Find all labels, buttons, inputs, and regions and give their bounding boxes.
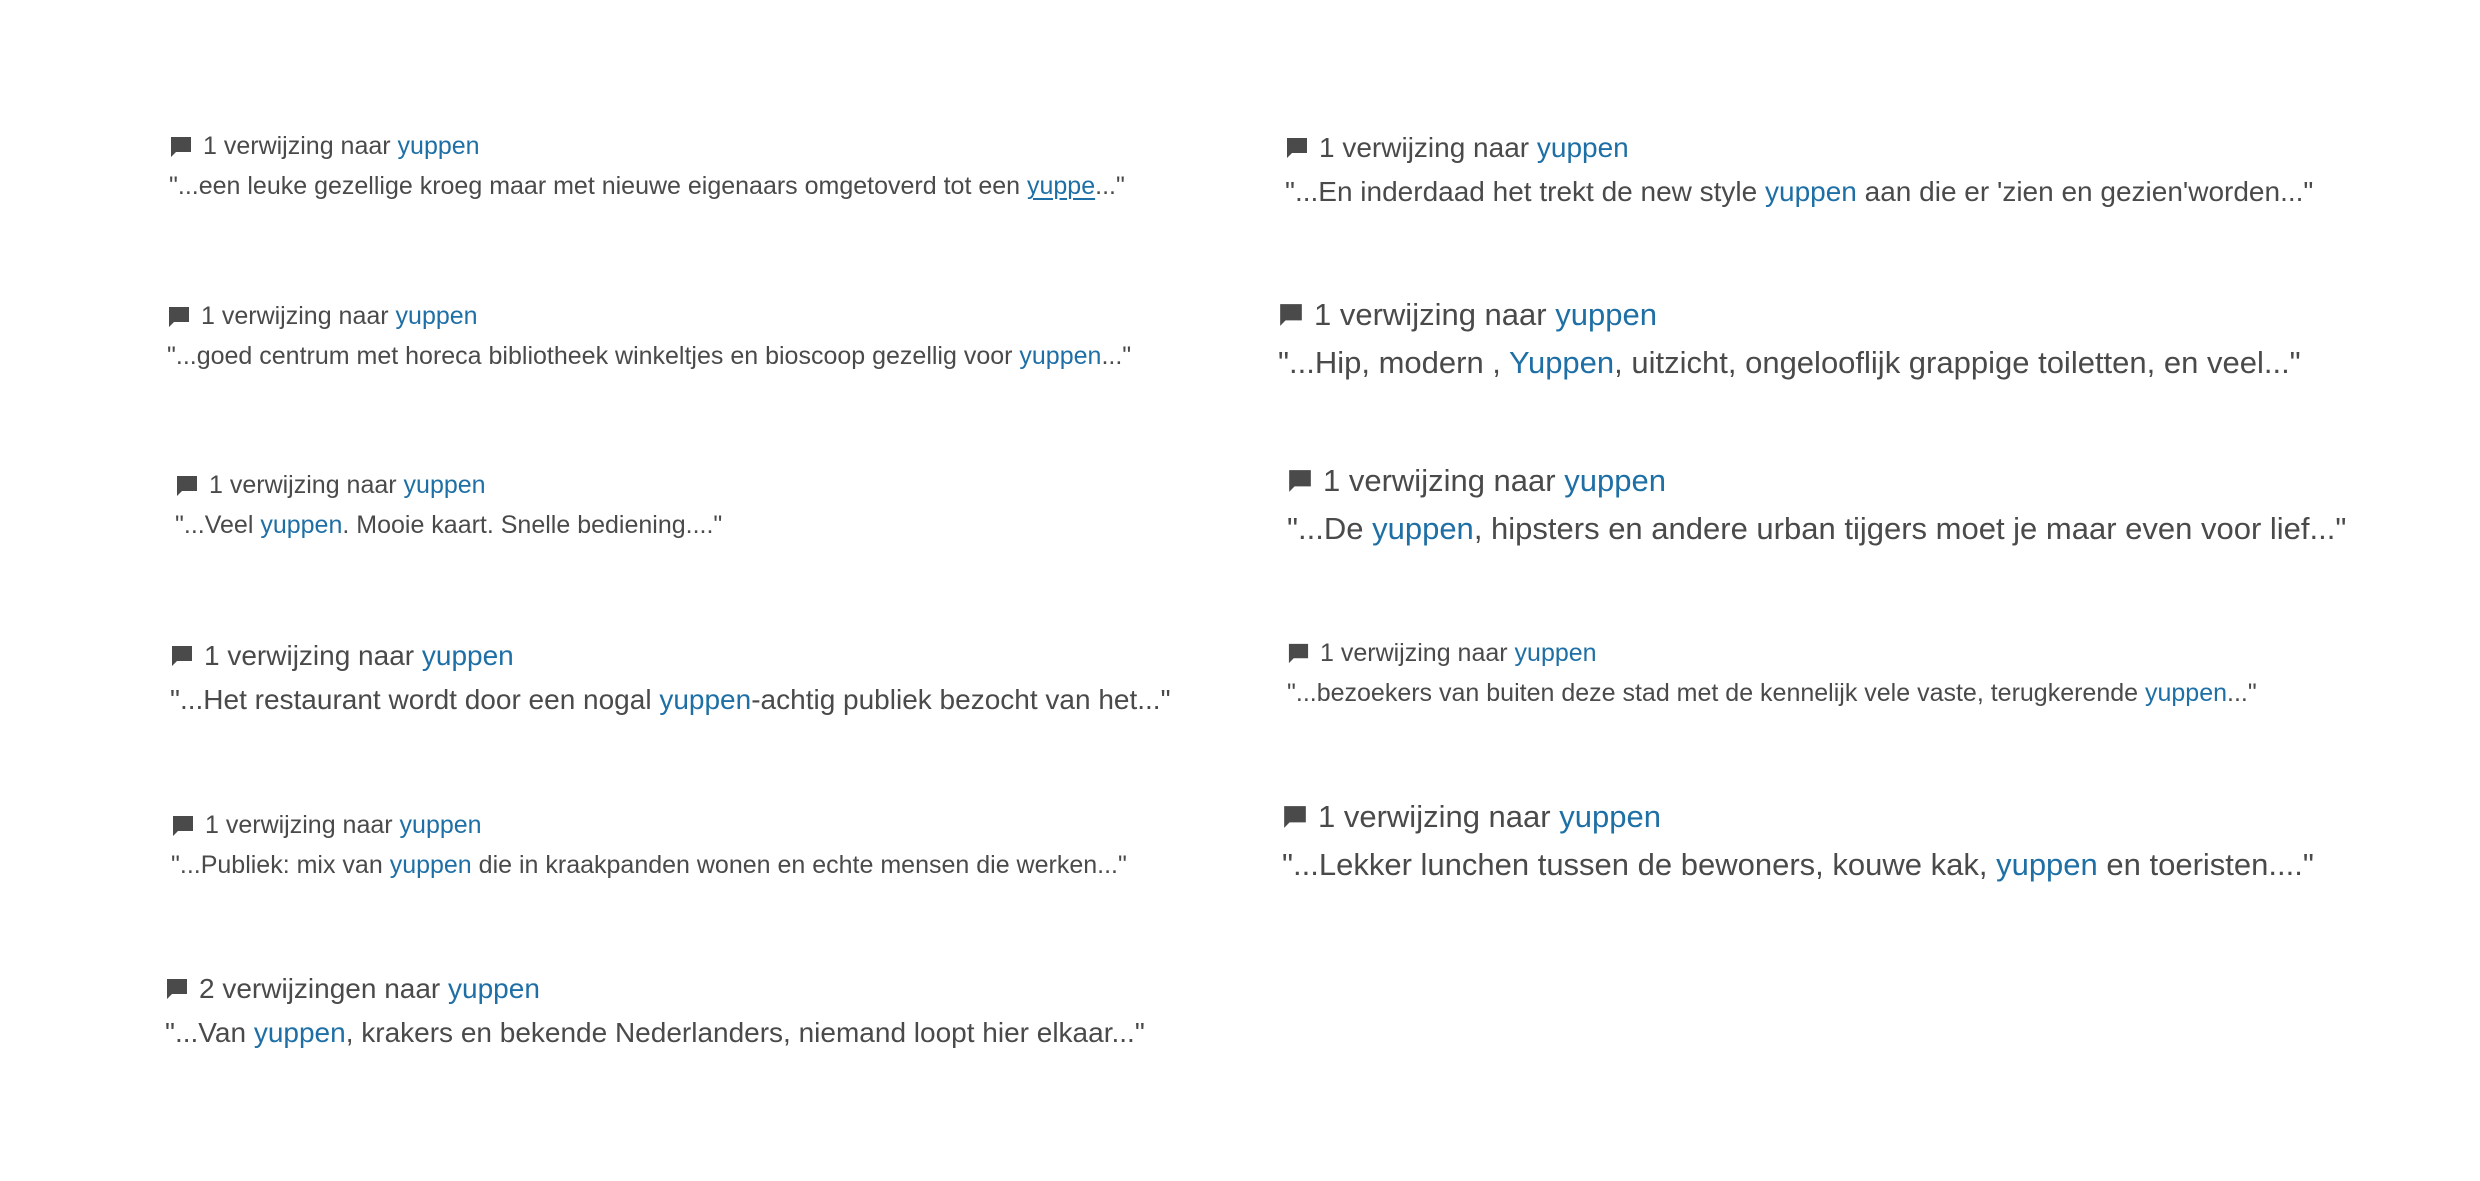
- reference-count: 1 verwijzing naar yuppen: [1285, 130, 2313, 165]
- review-reference-9: 1 verwijzing naar yuppen "...De yuppen, …: [1287, 462, 2346, 549]
- reference-count: 1 verwijzing naar yuppen: [1282, 798, 2314, 837]
- comment-bubble-icon: [170, 644, 194, 668]
- review-reference-8: 1 verwijzing naar yuppen "...Hip, modern…: [1278, 296, 2301, 383]
- keyword-link[interactable]: yuppen: [398, 131, 480, 162]
- comment-bubble-icon: [1287, 642, 1310, 665]
- review-snippet: "...Hip, modern , Yuppen, uitzicht, onge…: [1278, 344, 2301, 380]
- keyword-highlight[interactable]: yuppen: [260, 511, 342, 539]
- keyword-link[interactable]: yuppen: [396, 301, 478, 332]
- keyword-highlight[interactable]: yuppe: [1027, 172, 1095, 200]
- keyword-link[interactable]: yuppen: [1559, 798, 1661, 837]
- reference-count: 1 verwijzing naar yuppen: [167, 301, 1131, 332]
- comment-bubble-icon: [167, 305, 191, 329]
- review-snippet: "...Lekker lunchen tussen de bewoners, k…: [1282, 846, 2314, 882]
- review-snippet: "...Het restaurant wordt door een nogal …: [170, 684, 1171, 715]
- reference-count: 1 verwijzing naar yuppen: [171, 810, 1127, 841]
- review-reference-7: 1 verwijzing naar yuppen "...En inderdaa…: [1285, 130, 2313, 209]
- comment-bubble-icon: [165, 977, 189, 1001]
- keyword-link[interactable]: yuppen: [1564, 462, 1666, 501]
- keyword-link[interactable]: yuppen: [1555, 296, 1657, 335]
- comment-bubble-icon: [1278, 302, 1304, 328]
- reference-count: 1 verwijzing naar yuppen: [1287, 462, 2346, 501]
- review-snippet: "...goed centrum met horeca bibliotheek …: [167, 342, 1132, 371]
- comment-bubble-icon: [169, 135, 193, 159]
- keyword-highlight[interactable]: Yuppen: [1509, 345, 1614, 380]
- keyword-highlight[interactable]: yuppen: [390, 851, 472, 879]
- review-reference-2: 1 verwijzing naar yuppen "...goed centru…: [167, 301, 1131, 373]
- review-snippet: "...De yuppen, hipsters en andere urban …: [1287, 510, 2347, 546]
- keyword-highlight[interactable]: yuppen: [659, 684, 751, 715]
- reference-count: 1 verwijzing naar yuppen: [169, 131, 1125, 162]
- review-reference-6: 2 verwijzingen naar yuppen "...Van yuppe…: [165, 971, 1145, 1050]
- keyword-link[interactable]: yuppen: [448, 971, 540, 1006]
- review-reference-5: 1 verwijzing naar yuppen "...Publiek: mi…: [171, 810, 1127, 882]
- keyword-link[interactable]: yuppen: [1515, 638, 1597, 669]
- comment-bubble-icon: [1282, 804, 1308, 830]
- reference-count: 1 verwijzing naar yuppen: [170, 638, 1171, 673]
- keyword-highlight[interactable]: yuppen: [1996, 847, 2098, 882]
- keyword-highlight[interactable]: yuppen: [1765, 176, 1857, 207]
- keyword-link[interactable]: yuppen: [422, 638, 514, 673]
- keyword-link[interactable]: yuppen: [400, 810, 482, 841]
- review-snippet: "...een leuke gezellige kroeg maar met n…: [169, 172, 1125, 201]
- keyword-link[interactable]: yuppen: [1537, 130, 1629, 165]
- keyword-link[interactable]: yuppen: [404, 470, 486, 501]
- comment-bubble-icon: [1285, 136, 1309, 160]
- review-snippet: "...Publiek: mix van yuppen die in kraak…: [171, 851, 1127, 880]
- keyword-highlight[interactable]: yuppen: [2145, 679, 2227, 707]
- review-snippet: "...bezoekers van buiten deze stad met d…: [1287, 679, 2257, 708]
- review-reference-4: 1 verwijzing naar yuppen "...Het restaur…: [170, 638, 1171, 717]
- reference-count: 2 verwijzingen naar yuppen: [165, 971, 1145, 1006]
- comment-bubble-icon: [171, 814, 195, 838]
- reference-count: 1 verwijzing naar yuppen: [1278, 296, 2301, 335]
- review-reference-1: 1 verwijzing naar yuppen "...een leuke g…: [169, 131, 1125, 203]
- review-reference-3: 1 verwijzing naar yuppen "...Veel yuppen…: [175, 470, 722, 542]
- review-reference-11: 1 verwijzing naar yuppen "...Lekker lunc…: [1282, 798, 2314, 885]
- keyword-highlight[interactable]: yuppen: [1019, 342, 1101, 370]
- reference-count: 1 verwijzing naar yuppen: [175, 470, 722, 501]
- keyword-highlight[interactable]: yuppen: [1372, 511, 1474, 546]
- review-snippet: "...Veel yuppen. Mooie kaart. Snelle bed…: [175, 511, 723, 540]
- review-snippet: "...En inderdaad het trekt de new style …: [1285, 176, 2314, 207]
- review-reference-10: 1 verwijzing naar yuppen "...bezoekers v…: [1287, 638, 2257, 710]
- comment-bubble-icon: [175, 474, 199, 498]
- review-snippet: "...Van yuppen, krakers en bekende Neder…: [165, 1017, 1145, 1048]
- keyword-highlight[interactable]: yuppen: [254, 1017, 346, 1048]
- comment-bubble-icon: [1287, 468, 1313, 494]
- reference-count: 1 verwijzing naar yuppen: [1287, 638, 2257, 669]
